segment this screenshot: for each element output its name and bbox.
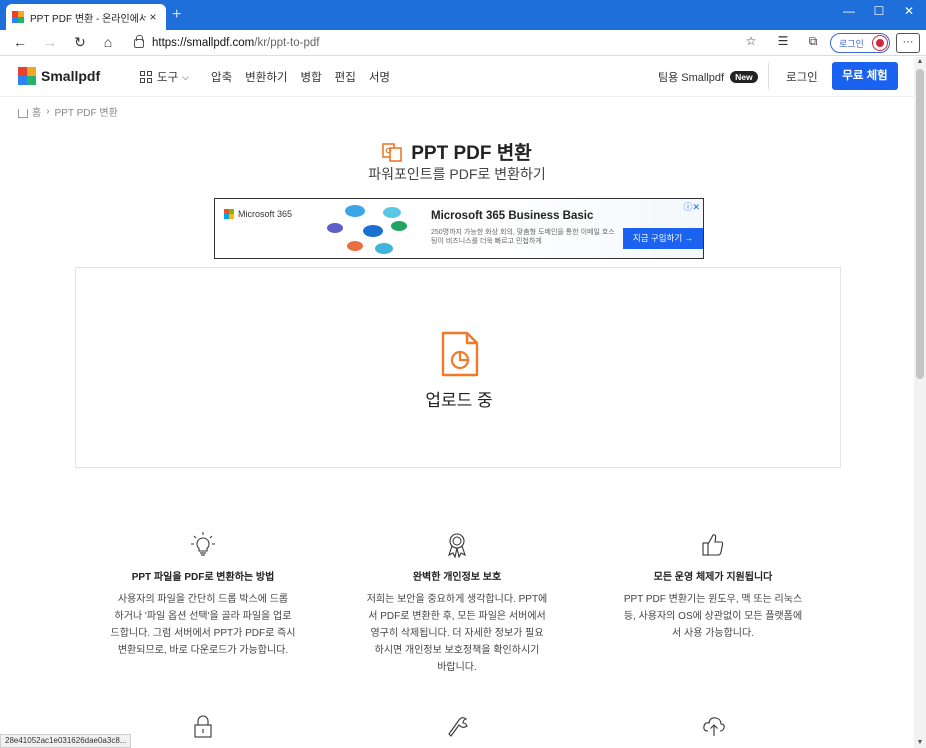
smallpdf-logo[interactable]: Smallpdf bbox=[18, 67, 100, 85]
ad-illustration bbox=[319, 201, 419, 258]
lightbulb-icon bbox=[191, 532, 215, 556]
collections-icon[interactable]: ⧉ bbox=[804, 34, 822, 49]
logo-text: Smallpdf bbox=[41, 68, 101, 84]
menu-item-compress[interactable]: 압축 bbox=[211, 69, 232, 85]
thumbs-up-icon bbox=[702, 534, 724, 556]
breadcrumb-separator: › bbox=[46, 106, 50, 117]
profile-login-label: 로그인 bbox=[839, 38, 864, 49]
smallpdf-logo-icon bbox=[18, 67, 36, 85]
microsoft-logo-icon bbox=[224, 209, 234, 219]
tab-close-icon[interactable]: × bbox=[146, 10, 160, 24]
feature-privacy: 완벽한 개인정보 보호 저희는 보안을 중요하게 생각합니다. PPT에 서 P… bbox=[347, 532, 567, 676]
team-label: 팀용 Smallpdf bbox=[658, 72, 725, 84]
advertisement-banner[interactable]: Microsoft 365 Microsoft 365 Business Bas… bbox=[214, 198, 704, 259]
favorite-star-icon[interactable]: ☆ bbox=[742, 34, 760, 48]
ad-buy-button[interactable]: 지금 구입하기 → bbox=[623, 228, 703, 249]
record-icon bbox=[873, 36, 887, 50]
upload-dropzone[interactable]: 업로드 중 bbox=[75, 267, 841, 468]
feature-body: PPT PDF 변환기는 윈도우, 맥 또는 리눅스 등, 사용자의 OS에 상… bbox=[623, 594, 803, 639]
tools-dropdown[interactable]: 도구 ⌵ bbox=[140, 69, 189, 85]
menu-item-edit[interactable]: 편집 bbox=[335, 69, 356, 85]
site-header: Smallpdf 도구 ⌵ 압축 변환하기 병합 편집 서명 팀용 Smallp… bbox=[0, 57, 914, 97]
padlock-icon bbox=[194, 715, 212, 738]
grid-icon bbox=[140, 71, 152, 83]
url-field[interactable]: https://smallpdf.com/kr/ppt-to-pdf bbox=[128, 32, 738, 54]
url-path: /kr/ppt-to-pdf bbox=[254, 37, 320, 49]
team-link[interactable]: 팀용 Smallpdf New bbox=[658, 69, 758, 85]
address-bar-row: ← → ↻ ⌂ https://smallpdf.com/kr/ppt-to-p… bbox=[0, 30, 926, 56]
login-link[interactable]: 로그인 bbox=[786, 69, 818, 85]
new-tab-button[interactable]: + bbox=[172, 6, 181, 24]
scroll-down-icon[interactable]: ▼ bbox=[914, 739, 926, 746]
browser-titlebar: PPT PDF 변환 - 온라인에서 파워 × + — ☐ ✕ bbox=[0, 0, 926, 30]
main-menu: 도구 ⌵ 압축 변환하기 병합 편집 서명 bbox=[140, 69, 403, 85]
status-bar-url: 28e41052ac1e031626dae0a3c8... bbox=[0, 734, 132, 748]
browser-tab[interactable]: PPT PDF 변환 - 온라인에서 파워 × bbox=[6, 4, 166, 30]
menu-item-sign[interactable]: 서명 bbox=[369, 69, 390, 85]
new-badge: New bbox=[730, 71, 758, 83]
feature-title: 완벽한 개인정보 보호 bbox=[412, 572, 502, 583]
back-button[interactable]: ← bbox=[10, 34, 30, 50]
tools-label: 도구 bbox=[157, 72, 179, 84]
tools-icon bbox=[448, 717, 468, 737]
ppt-icon bbox=[382, 142, 403, 162]
breadcrumb-home[interactable]: 홈 bbox=[32, 104, 41, 119]
chevron-down-icon: ⌵ bbox=[182, 71, 189, 82]
ad-headline: Microsoft 365 Business Basic bbox=[431, 210, 594, 222]
maximize-button[interactable]: ☐ bbox=[864, 4, 894, 18]
upload-status: 업로드 중 bbox=[425, 391, 493, 410]
breadcrumb: 홈 › PPT PDF 변환 bbox=[18, 104, 118, 119]
feature-os-support: 모든 운영 체제가 지원됩니다 PPT PDF 변환기는 윈도우, 맥 또는 리… bbox=[603, 532, 823, 642]
award-icon bbox=[448, 533, 466, 558]
tab-title: PPT PDF 변환 - 온라인에서 파워 bbox=[30, 13, 146, 25]
profile-login-button[interactable]: 로그인 bbox=[830, 33, 890, 53]
feature-body: 저희는 보안을 중요하게 생각합니다. PPT에 서 PDF로 변환한 후, 모… bbox=[366, 594, 548, 673]
page-title-text: PPT PDF 변환 bbox=[411, 143, 532, 164]
page-title: PPT PDF 변환 bbox=[0, 138, 914, 165]
ad-brand: Microsoft 365 bbox=[238, 209, 293, 219]
feature-how-to: PPT 파일을 PDF로 변환하는 방법 사용자의 파일을 간단히 드롭 박스에… bbox=[93, 532, 313, 659]
ppt-document-icon bbox=[441, 331, 479, 377]
lock-icon bbox=[134, 34, 144, 48]
home-button[interactable]: ⌂ bbox=[98, 34, 118, 50]
close-window-button[interactable]: ✕ bbox=[894, 4, 924, 18]
smallpdf-favicon bbox=[12, 11, 24, 23]
reload-button[interactable]: ↻ bbox=[70, 34, 90, 51]
page-scrollbar[interactable]: ▲ ▼ bbox=[914, 57, 926, 748]
cloud-upload-icon bbox=[703, 717, 725, 736]
page-subtitle: 파워포인트를 PDF로 변환하기 bbox=[368, 166, 546, 182]
feature-title: PPT 파일을 PDF로 변환하는 방법 bbox=[131, 572, 275, 583]
header-divider bbox=[768, 63, 769, 89]
forward-button[interactable]: → bbox=[40, 34, 60, 50]
adchoices-close-icon[interactable]: ⓘ✕ bbox=[683, 200, 700, 213]
microsoft-logo: Microsoft 365 bbox=[224, 209, 292, 219]
free-trial-button[interactable]: 무료 체험 bbox=[832, 62, 898, 90]
url-host: https://smallpdf.com bbox=[152, 37, 255, 49]
scroll-up-icon[interactable]: ▲ bbox=[914, 58, 926, 65]
menu-item-merge[interactable]: 병합 bbox=[301, 69, 322, 85]
home-icon bbox=[18, 109, 28, 118]
breadcrumb-current: PPT PDF 변환 bbox=[54, 108, 118, 119]
minimize-button[interactable]: — bbox=[834, 4, 864, 18]
favorites-list-icon[interactable]: ☰ bbox=[774, 34, 792, 48]
menu-item-convert[interactable]: 변환하기 bbox=[245, 69, 287, 85]
feature-body: 사용자의 파일을 간단히 드롭 박스에 드롭 하거나 '파일 옵션 선택'을 골… bbox=[110, 594, 296, 656]
feature-title: 모든 운영 체제가 지원됩니다 bbox=[653, 572, 773, 583]
ad-description: 250명까지 가능한 화상 회의, 맞춤형 도메인을 통한 이메일 호스팅이 비… bbox=[431, 229, 615, 245]
browser-menu-button[interactable]: ··· bbox=[896, 33, 920, 53]
scrollbar-thumb[interactable] bbox=[916, 69, 924, 379]
